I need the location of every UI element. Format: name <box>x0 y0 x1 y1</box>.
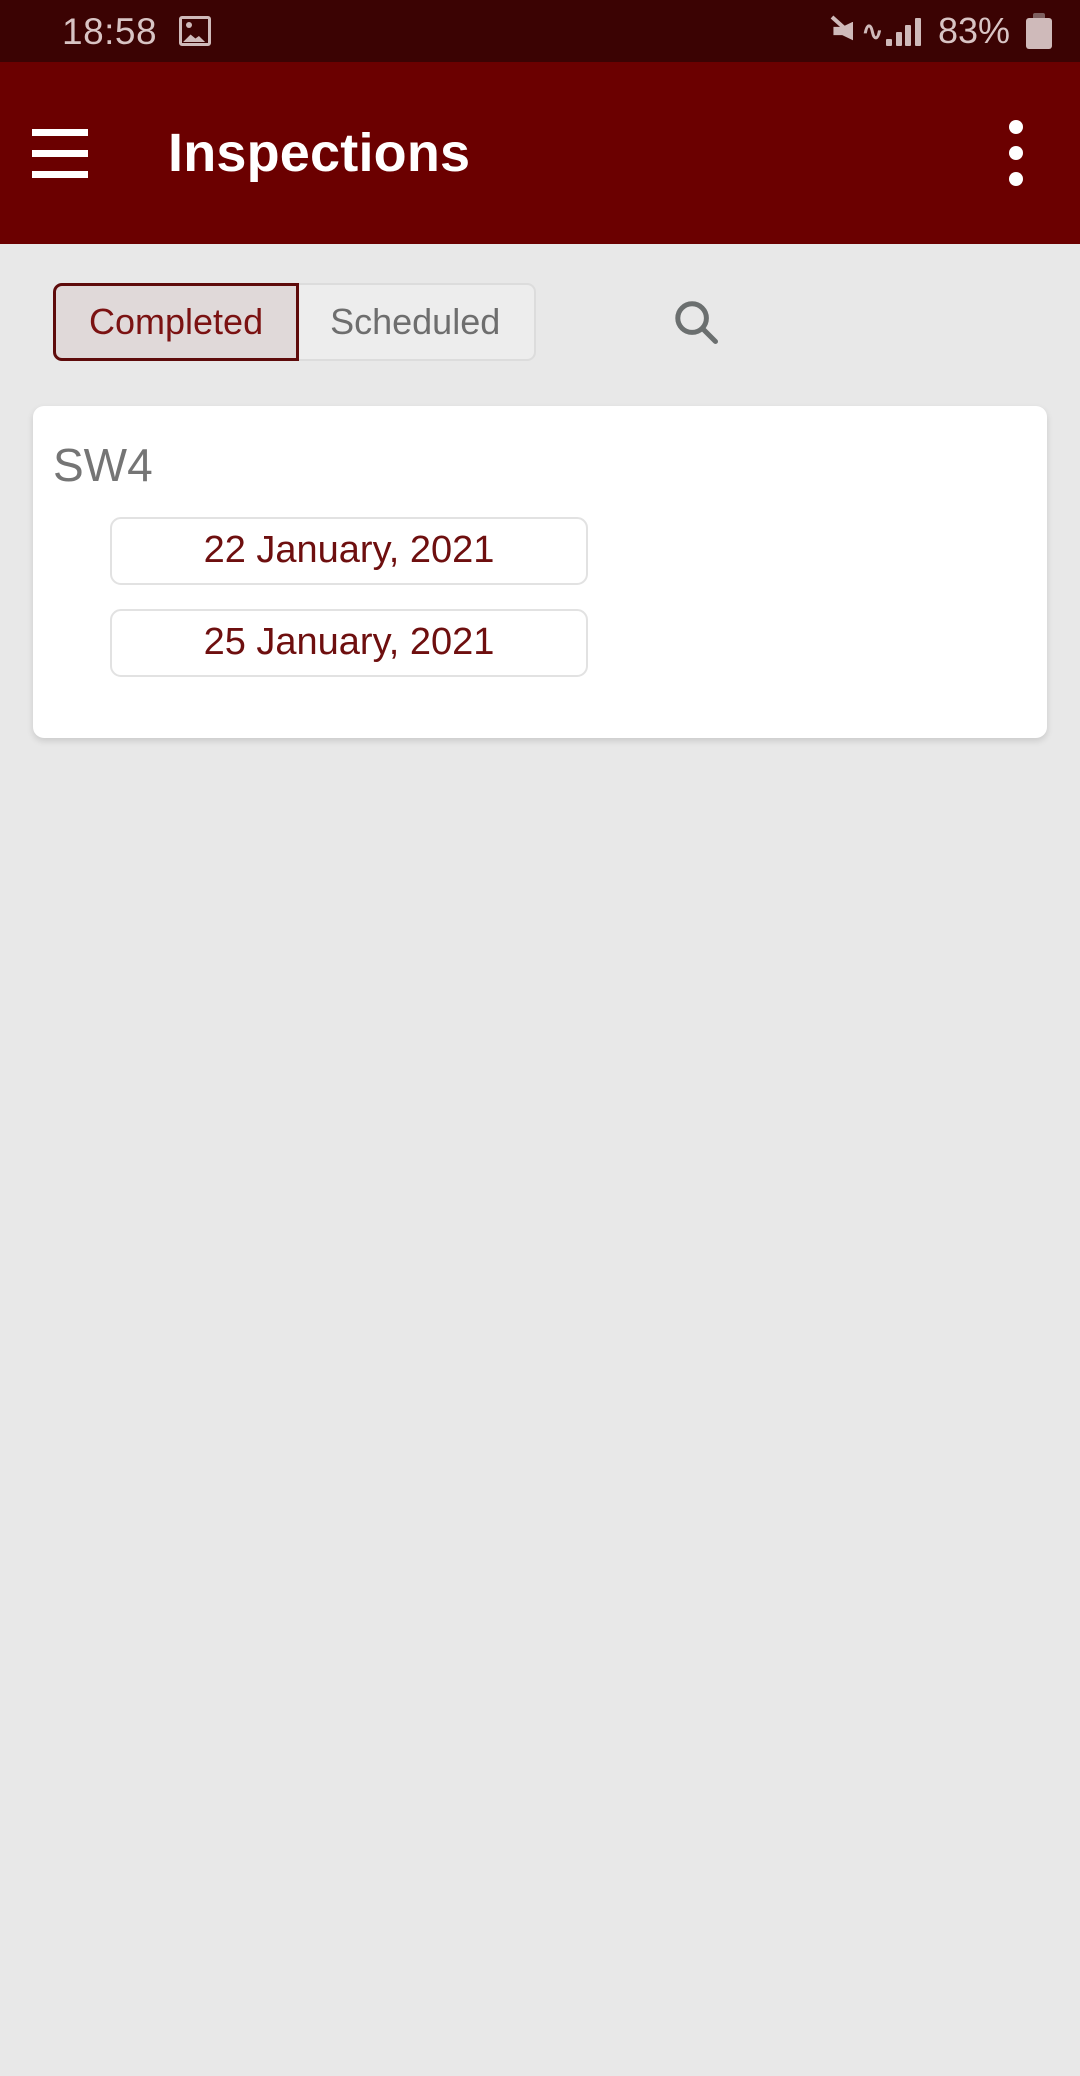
inspection-date-list: 22 January, 2021 25 January, 2021 <box>33 516 1047 677</box>
photo-icon <box>179 16 212 46</box>
battery-body <box>1026 18 1052 49</box>
status-time: 18:58 <box>62 10 158 52</box>
signal-bar-2 <box>895 32 902 46</box>
signal-bar-3 <box>905 25 912 46</box>
status-bar-right: ∿ 83% <box>831 10 1052 51</box>
battery-percent-label: 83% <box>937 10 1010 51</box>
vibrate-waves: ∿ <box>861 15 884 46</box>
tab-completed[interactable]: Completed <box>53 283 300 361</box>
battery-icon <box>1026 13 1052 49</box>
overflow-dot-3 <box>1009 172 1023 186</box>
filter-toolbar: Completed Scheduled <box>0 276 1080 368</box>
status-bar-left: 18:58 <box>62 10 212 52</box>
overflow-dot-2 <box>1009 146 1023 160</box>
hamburger-line-2 <box>32 149 88 157</box>
status-bar: 18:58 ∿ 83% <box>0 0 1080 62</box>
tab-scheduled[interactable]: Scheduled <box>296 283 537 361</box>
hamburger-line-3 <box>32 170 88 178</box>
hamburger-line-1 <box>32 128 88 136</box>
inspection-date-item[interactable]: 22 January, 2021 <box>110 516 588 585</box>
signal-bar-1 <box>886 39 893 46</box>
inspection-card[interactable]: SW4 22 January, 2021 25 January, 2021 <box>33 406 1047 738</box>
overflow-dot-1 <box>1009 120 1023 134</box>
app-bar: Inspections <box>0 62 1080 244</box>
inspection-site-name: SW4 <box>53 439 153 491</box>
page-title: Inspections <box>168 123 471 183</box>
inspection-date-item[interactable]: 25 January, 2021 <box>110 608 588 677</box>
volume-mute-vibrate-icon: ∿ <box>831 15 884 48</box>
app-screen: 18:58 ∿ 83% Inspections Completed Schedu… <box>0 0 1080 2076</box>
status-filter-segmented-control: Completed Scheduled <box>53 283 537 361</box>
hamburger-menu-icon[interactable] <box>12 105 108 201</box>
more-vertical-icon[interactable] <box>974 105 1058 201</box>
cellular-signal-icon <box>886 16 921 46</box>
search-icon[interactable] <box>660 286 732 358</box>
signal-bar-4 <box>914 18 921 46</box>
